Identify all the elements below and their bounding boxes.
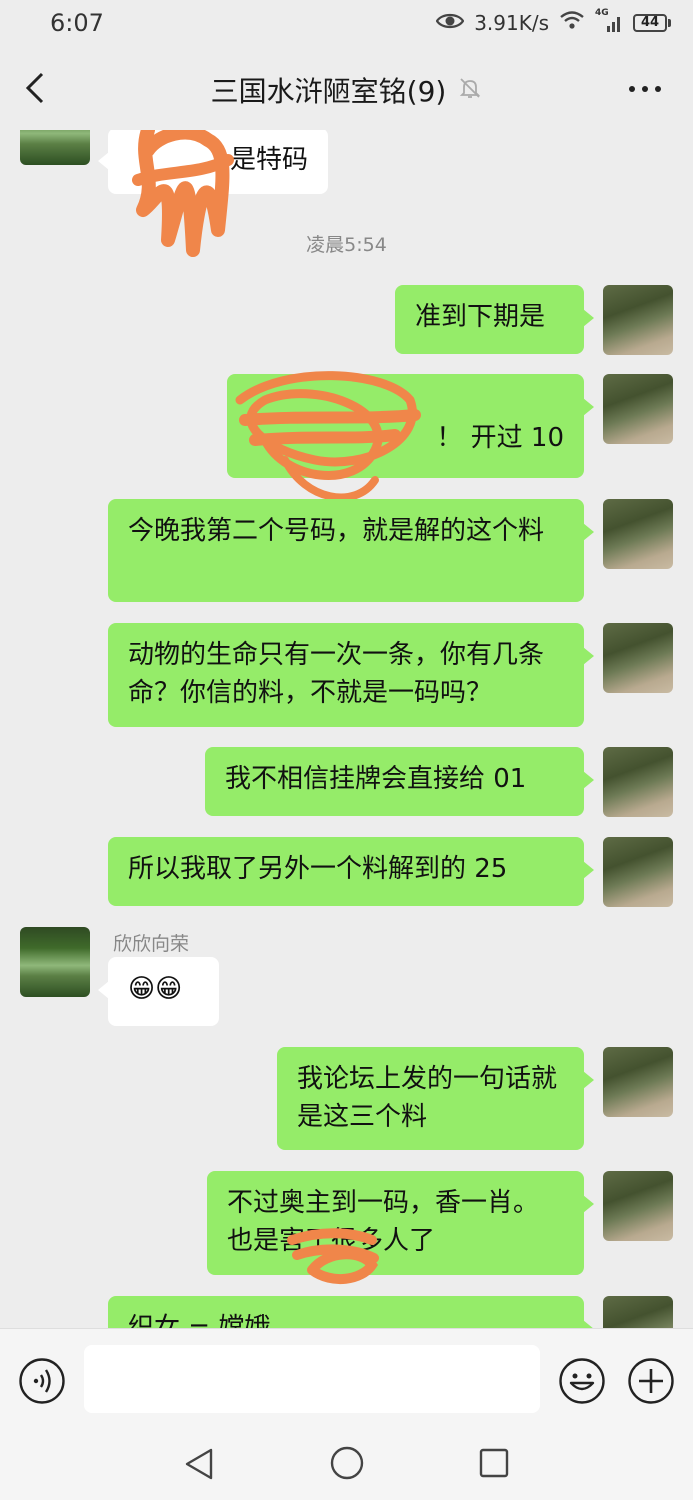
emoji-icon — [559, 1358, 605, 1404]
status-time: 6:07 — [50, 9, 104, 37]
input-bar — [0, 1328, 693, 1430]
message-text: 我论坛上发的一句话就是这三个料 — [297, 1064, 558, 1132]
cell-signal-icon: 4G — [595, 8, 623, 34]
message-text: 织女 = 嫦娥 — [128, 1313, 271, 1328]
voice-input-button[interactable] — [18, 1357, 66, 1405]
mute-bell-icon — [458, 74, 482, 107]
system-nav-bar — [0, 1430, 693, 1500]
message-bubble[interactable]: 我不相信挂牌会直接给 01 — [205, 747, 594, 816]
message-text: 所以我取了另外一个料解到的 25 — [128, 854, 508, 884]
status-bar: 6:07 3.91K/s 4G 44 — [0, 0, 693, 48]
message-bubble[interactable]: 所以我取了另外一个料解到的 25 — [108, 837, 594, 906]
message-bubble[interactable]: ！ 开过 10 — [227, 374, 594, 478]
sender-name: 欣欣向荣 — [113, 933, 190, 955]
message-bubble[interactable]: 动物的生命只有一次一条，你有几条命？你信的料，不就是一码吗？ — [108, 623, 594, 727]
eye-icon — [435, 11, 465, 35]
message-bubble[interactable]: 不过奥主到一码，香一肖。也是害了很多人了 — [207, 1171, 594, 1275]
more-functions-button[interactable] — [627, 1357, 675, 1405]
nav-back-button[interactable] — [183, 1446, 215, 1482]
message-text-line-2: ！ 开过 10 — [436, 423, 564, 453]
triangle-back-icon — [185, 1448, 213, 1480]
message-text: 是特码 — [229, 145, 308, 175]
wifi-icon — [559, 10, 585, 35]
message-bubble[interactable]: 是特码 — [98, 130, 328, 194]
network-speed: 3.91K/s — [474, 10, 549, 35]
message-text-line-1 — [247, 387, 564, 419]
avatar[interactable] — [603, 499, 673, 569]
square-recents-icon — [479, 1448, 509, 1478]
message-text: 不过奥主到一码，香一肖。也是害了很多人了 — [227, 1188, 540, 1256]
message-text: 动物的生命只有一次一条，你有几条命？你信的料，不就是一码吗？ — [128, 640, 545, 708]
chat-header: 三国水浒陋室铭(9) — [0, 48, 693, 130]
message-text: 准到下期是 — [415, 302, 546, 332]
message-list[interactable]: 是特码 凌晨5:54 准到下期是 ！ 开过 10 今晚我第二个号码，就是解的这个… — [0, 130, 693, 1328]
emoji-button[interactable] — [558, 1357, 606, 1405]
chat-title-text: 三国水浒陋室铭(9) — [210, 75, 447, 108]
avatar[interactable] — [603, 747, 673, 817]
message-text: 我不相信挂牌会直接给 01 — [225, 764, 527, 794]
circle-home-icon — [330, 1446, 364, 1480]
nav-home-button[interactable] — [329, 1445, 365, 1481]
voice-icon — [19, 1358, 65, 1404]
avatar[interactable] — [20, 927, 90, 997]
avatar[interactable] — [603, 1296, 673, 1328]
message-input[interactable] — [84, 1345, 540, 1413]
timestamp: 凌晨5:54 — [306, 234, 387, 256]
more-dots-icon — [629, 86, 661, 92]
message-bubble[interactable]: 织女 = 嫦娥 — [108, 1296, 594, 1328]
message-text: 😁😁 — [128, 974, 183, 1004]
avatar[interactable] — [603, 285, 673, 355]
message-bubble[interactable]: 我论坛上发的一句话就是这三个料 — [277, 1047, 594, 1150]
plus-icon — [628, 1358, 674, 1404]
battery-level: 44 — [633, 13, 667, 32]
avatar[interactable] — [603, 837, 673, 907]
nav-recents-button[interactable] — [478, 1447, 510, 1479]
avatar[interactable] — [603, 623, 673, 693]
more-options-button[interactable] — [627, 78, 663, 100]
message-bubble[interactable]: 😁😁 — [98, 957, 219, 1026]
avatar[interactable] — [603, 374, 673, 444]
message-bubble[interactable]: 准到下期是 — [395, 285, 594, 354]
battery-icon: 44 — [633, 13, 671, 32]
status-indicators: 3.91K/s 4G 44 — [435, 8, 671, 35]
message-bubble[interactable]: 今晚我第二个号码，就是解的这个料 — [108, 499, 594, 602]
chat-title: 三国水浒陋室铭(9) — [0, 70, 693, 110]
avatar[interactable] — [603, 1171, 673, 1241]
avatar[interactable] — [603, 1047, 673, 1117]
message-text: 今晚我第二个号码，就是解的这个料 — [128, 516, 545, 546]
avatar[interactable] — [20, 130, 90, 165]
